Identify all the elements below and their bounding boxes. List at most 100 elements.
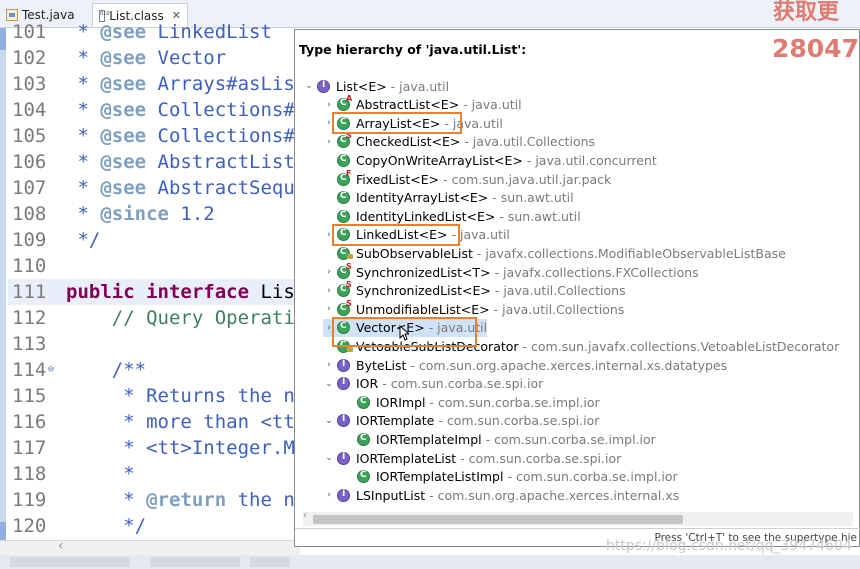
type-hierarchy-tree[interactable]: ⌄List<E>- java.util›AAbstractList<E>- ja… bbox=[295, 74, 860, 512]
scroll-left-icon[interactable]: ‹ bbox=[58, 538, 64, 554]
code-line[interactable]: 102 * @see Vector bbox=[8, 45, 300, 71]
tree-item[interactable]: › S SynchronizedList<E>- java.util.Collect… bbox=[323, 280, 625, 300]
code-line[interactable]: 111 public interface Lis bbox=[8, 279, 300, 305]
package-name: - com.sun.corba.se.impl.ior bbox=[507, 469, 678, 485]
expand-toggle-icon[interactable]: › bbox=[323, 230, 335, 240]
type-name: CheckedList<E> bbox=[356, 134, 461, 150]
expand-toggle-icon[interactable]: › bbox=[323, 118, 335, 128]
code-line[interactable]: 105 * @see Collections# bbox=[8, 123, 300, 149]
class-icon bbox=[337, 321, 350, 335]
type-name: SynchronizedList<E> bbox=[356, 283, 491, 299]
tree-item[interactable]: IORTemplateListImpl- com.sun.corba.se.im… bbox=[343, 468, 678, 486]
line-number: 118 bbox=[12, 463, 47, 485]
expand-toggle-icon[interactable]: › bbox=[323, 100, 335, 110]
tree-item[interactable]: ⌄ IOR- com.sun.corba.se.spi.ior bbox=[323, 375, 543, 393]
code-text: * @see Arrays#asLis bbox=[66, 71, 294, 97]
code-token: // Query Operati bbox=[66, 307, 295, 329]
code-line[interactable]: 113 bbox=[8, 331, 300, 357]
code-line[interactable]: 114 ⊖ /** bbox=[8, 357, 300, 383]
expand-toggle-icon[interactable]: › bbox=[323, 267, 335, 277]
package-name: - javafx.collections.FXCollections bbox=[494, 264, 699, 280]
scrollbar-thumb[interactable] bbox=[313, 515, 683, 524]
popup-horizontal-scrollbar[interactable]: ‹ bbox=[303, 510, 853, 526]
line-number: 106 bbox=[12, 151, 47, 173]
code-token: interface bbox=[146, 281, 250, 303]
tree-item[interactable]: F FixedList<E>- com.sun.java.util.jar.pac… bbox=[323, 169, 611, 188]
code-token: @see bbox=[100, 125, 147, 147]
code-line[interactable]: 119 * @return the n bbox=[8, 487, 300, 513]
tree-item[interactable]: SubObservableList- javafx.collections.Mo… bbox=[323, 244, 786, 262]
code-line[interactable]: 117 * <tt>Integer.M bbox=[8, 435, 300, 461]
expand-toggle-icon[interactable]: › bbox=[323, 286, 335, 296]
code-line[interactable]: 118 * bbox=[8, 461, 300, 487]
type-name: SynchronizedList<T> bbox=[356, 264, 491, 280]
tree-item[interactable]: › ArrayList<E>- java.util bbox=[323, 114, 503, 132]
scroll-left-icon[interactable]: ‹ bbox=[303, 510, 307, 521]
modifier-badge-icon: A bbox=[346, 94, 353, 104]
modifier-badge-icon: S bbox=[346, 261, 352, 271]
code-line[interactable]: 106 * @see AbstractList bbox=[8, 149, 300, 175]
bottom-tab[interactable] bbox=[150, 557, 240, 567]
code-line[interactable]: 103 * @see Arrays#asLis bbox=[8, 71, 300, 97]
tree-item[interactable]: › LinkedList<E>- java.util bbox=[323, 226, 510, 244]
interface-icon bbox=[337, 358, 350, 372]
expand-toggle-icon[interactable]: ⌄ bbox=[323, 453, 335, 463]
type-name: VetoableSubListDecorator bbox=[356, 338, 519, 354]
tree-item[interactable]: › S SynchronizedList<T>- javafx.collection… bbox=[323, 261, 699, 281]
code-line[interactable]: 115 * Returns the n bbox=[8, 383, 300, 409]
code-token: @see bbox=[100, 177, 147, 199]
code-line[interactable]: 101 * @see LinkedList bbox=[8, 19, 300, 45]
expand-toggle-icon[interactable]: ⌄ bbox=[323, 379, 335, 389]
expand-toggle-icon[interactable]: › bbox=[323, 137, 335, 147]
expand-toggle-icon[interactable]: › bbox=[323, 304, 335, 314]
tree-item[interactable]: › S CheckedList<E>- java.util.Collections bbox=[323, 131, 596, 151]
code-token: Lis bbox=[249, 281, 295, 303]
code-token: Collections# bbox=[146, 125, 295, 147]
tree-item[interactable]: › AAbstractList<E>- java.util bbox=[323, 94, 521, 114]
tree-item[interactable]: › ByteList- com.sun.org.apache.xerces.int… bbox=[323, 356, 727, 374]
expand-toggle-icon[interactable]: ⌄ bbox=[303, 81, 315, 91]
code-editor[interactable]: 101 * @see LinkedList 102 * @see Vector 10… bbox=[8, 21, 300, 540]
expand-toggle-icon[interactable]: › bbox=[323, 490, 335, 500]
code-line[interactable]: 108 * @since 1.2 bbox=[8, 201, 300, 227]
tree-item[interactable]: IdentityLinkedList<E>- sun.awt.util bbox=[323, 207, 581, 225]
code-token: Vector bbox=[146, 47, 227, 69]
tree-item[interactable]: › LSInputList- com.sun.org.apache.xerces.… bbox=[323, 486, 679, 504]
code-line[interactable]: 109 */ bbox=[8, 227, 300, 253]
interface-icon bbox=[317, 79, 330, 93]
type-name: CopyOnWriteArrayList<E> bbox=[356, 152, 523, 168]
bottom-tab[interactable] bbox=[250, 557, 290, 567]
tree-item[interactable]: ⌄ IORTemplateList- com.sun.corba.se.spi.i… bbox=[323, 449, 621, 467]
code-line[interactable]: 107 * @see AbstractSequ bbox=[8, 175, 300, 201]
package-name: - sun.awt.util bbox=[499, 208, 581, 224]
code-line[interactable]: 120 */ bbox=[8, 513, 300, 539]
bottom-tab[interactable] bbox=[10, 557, 130, 567]
package-name: - java.util.concurrent bbox=[526, 152, 657, 168]
expand-toggle-icon[interactable]: › bbox=[323, 323, 335, 333]
line-number: 109 bbox=[12, 229, 47, 251]
editor-horizontal-scrollbar[interactable]: ‹ bbox=[0, 538, 300, 555]
class-icon bbox=[337, 209, 350, 223]
class-icon bbox=[357, 470, 370, 484]
code-line[interactable]: 112 // Query Operati bbox=[8, 305, 300, 331]
tree-item[interactable]: ⌄ IORTemplate- com.sun.corba.se.spi.ior bbox=[323, 412, 599, 430]
tree-item[interactable]: ⌄ List<E>- java.util bbox=[303, 77, 449, 95]
type-name: SubObservableList bbox=[356, 245, 473, 261]
code-line[interactable]: 110 bbox=[8, 253, 300, 279]
tree-item[interactable]: › S UnmodifiableList<E>- java.util.Collect… bbox=[323, 299, 624, 318]
tree-item[interactable]: IdentityArrayList<E>- sun.awt.util bbox=[323, 189, 574, 207]
code-token: * bbox=[66, 21, 101, 43]
popup-title: Type hierarchy of 'java.util.List': bbox=[299, 42, 527, 57]
package-name: - java.util.Collections bbox=[464, 134, 596, 150]
class-icon: A bbox=[337, 94, 352, 112]
code-line[interactable]: 104 * @see Collections# bbox=[8, 97, 300, 123]
tree-item[interactable]: CopyOnWriteArrayList<E>- java.util.concu… bbox=[323, 151, 657, 169]
line-number: 112 bbox=[12, 307, 47, 329]
fold-icon[interactable]: ⊖ bbox=[48, 357, 54, 383]
tree-item[interactable]: IORTemplateImpl- com.sun.corba.se.impl.i… bbox=[343, 430, 656, 448]
expand-toggle-icon[interactable]: ⌄ bbox=[323, 416, 335, 426]
tree-item[interactable]: IORImpl- com.sun.corba.se.impl.ior bbox=[343, 393, 600, 411]
expand-toggle-icon[interactable]: › bbox=[323, 360, 335, 370]
code-line[interactable]: 116 * more than <tt bbox=[8, 409, 300, 435]
code-token: AbstractList bbox=[146, 151, 295, 173]
